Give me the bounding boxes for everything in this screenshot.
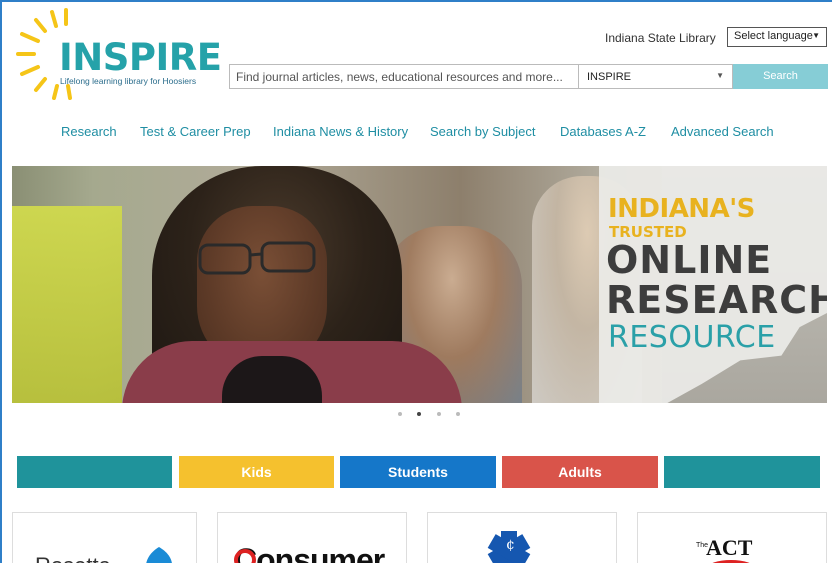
hero-glasses xyxy=(198,241,316,275)
main-nav: Research Test & Career Prep Indiana News… xyxy=(0,124,832,144)
inspire-logo[interactable]: INSPIRE Lifelong learning library for Ho… xyxy=(12,6,222,110)
nav-item-research[interactable]: Research xyxy=(61,124,117,139)
carousel-dots xyxy=(396,412,466,418)
nav-item-test-career-prep[interactable]: Test & Career Prep xyxy=(140,124,251,139)
audience-tab-blank-left[interactable] xyxy=(17,456,172,488)
hero-carousel[interactable]: INDIANA'S TRUSTED ONLINE RESEARCH RESOUR… xyxy=(12,166,827,403)
language-select[interactable]: Select language ▼ xyxy=(727,27,827,47)
search-input[interactable]: Find journal articles, news, educational… xyxy=(229,64,579,89)
rosetta-logo-text: Rosetta xyxy=(35,553,111,563)
svg-text:¢: ¢ xyxy=(506,537,515,553)
search-button[interactable]: Search xyxy=(733,64,828,89)
language-select-label: Select language xyxy=(734,30,813,42)
hero-bookshelf xyxy=(12,206,122,403)
nav-item-search-by-subject[interactable]: Search by Subject xyxy=(430,124,536,139)
audience-tab-blank-right[interactable] xyxy=(664,456,820,488)
audience-tab-kids[interactable]: Kids xyxy=(179,456,334,488)
consumer-reports-icon xyxy=(234,549,256,563)
carousel-dot[interactable] xyxy=(437,412,441,416)
resource-card-act[interactable]: The ACT xyxy=(637,512,827,563)
consumer-logo-text: Consumer xyxy=(234,542,385,563)
nav-item-indiana-news-history[interactable]: Indiana News & History xyxy=(273,124,408,139)
resource-card-consumer[interactable]: Consumer xyxy=(217,512,407,563)
chevron-down-icon: ▼ xyxy=(812,31,820,40)
audience-tab-adults[interactable]: Adults xyxy=(502,456,658,488)
carousel-dot-active[interactable] xyxy=(417,412,421,416)
hero-headline-line4: RESEARCH xyxy=(606,278,827,322)
star-of-life-icon: ¢ xyxy=(487,531,531,563)
audience-tab-students[interactable]: Students xyxy=(340,456,496,488)
resource-card-rosetta[interactable]: Rosetta xyxy=(12,512,197,563)
hero-headline-line3: ONLINE xyxy=(606,238,773,282)
chevron-down-icon: ▼ xyxy=(716,71,724,80)
nav-item-advanced-search[interactable]: Advanced Search xyxy=(671,124,774,139)
search-scope-label: INSPIRE xyxy=(587,71,632,83)
rosetta-stone-icon xyxy=(146,547,172,563)
logo-wordmark: INSPIRE xyxy=(59,36,222,79)
logo-tagline: Lifelong learning library for Hoosiers xyxy=(60,76,197,86)
carousel-dot[interactable] xyxy=(398,412,402,416)
nav-item-databases-a-z[interactable]: Databases A-Z xyxy=(560,124,646,139)
hero-headline-line1: INDIANA'S xyxy=(608,194,755,224)
carousel-dot[interactable] xyxy=(456,412,460,416)
hero-headline-line5: RESOURCE xyxy=(608,320,776,355)
resource-card-medical[interactable]: ¢ xyxy=(427,512,617,563)
search-scope-select[interactable]: INSPIRE ▼ xyxy=(579,64,733,89)
state-library-link[interactable]: Indiana State Library xyxy=(605,31,716,45)
act-swoosh-icon xyxy=(712,560,750,563)
